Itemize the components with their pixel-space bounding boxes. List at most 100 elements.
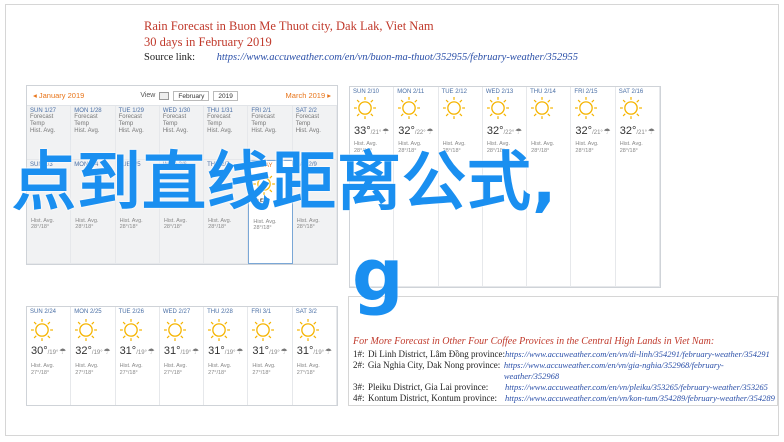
hist-avg-value: Hist. Avg. 28°/18° — [619, 141, 643, 154]
sun-icon — [296, 318, 319, 343]
umbrella-icon: ☂ — [603, 127, 611, 136]
day-label: SUN 2/24 — [30, 309, 57, 315]
umbrella-icon: ☂ — [191, 347, 200, 356]
calendar-day-cell[interactable]: FRI 3/1 31°/19° ☂ Hist. Avg. 27°/18° — [248, 307, 293, 405]
high-temp: 31° — [163, 345, 181, 357]
page-title: Rain Forecast in Buon Me Thuot city, Dak… — [144, 19, 434, 33]
more-forecast-title: For More Forecast in Other Four Coffee P… — [353, 336, 715, 347]
year-select[interactable]: 2019 — [213, 90, 238, 101]
forecast-link[interactable]: https://www.accuweather.com/en/vn/pleiku… — [505, 382, 768, 393]
sun-icon — [486, 96, 510, 121]
row-number: 2#: — [353, 360, 365, 370]
calendar-panel-bottom: SUN 2/24 30°/19° ☂ Hist. Avg. 27°/18° MON 2/… — [26, 306, 338, 406]
place-name: Kontum District, Kontum province: — [368, 393, 497, 403]
day-label: SAT 2/16 — [618, 89, 644, 95]
calendar-view-controls: View February 2019 — [140, 90, 238, 101]
calendar-toolbar: ◂ January 2019 View February 2019 March … — [27, 86, 337, 106]
forecast-link-row: 3#: Pleiku District, Gia Lai province: htt… — [353, 382, 777, 393]
forecast-link-list: 1#: Di Linh District, Lâm Đồng province: h… — [353, 349, 777, 404]
high-temp: 31° — [296, 345, 314, 357]
calendar-day-cell[interactable]: SAT 3/2 31°/19° ☂ Hist. Avg. 27°/18° — [293, 307, 337, 405]
hist-avg-value: Hist. Avg. 27°/18° — [163, 363, 187, 376]
place-name: Di Linh District, Lâm Đồng province: — [368, 349, 505, 359]
prev-month-link[interactable]: ◂ January 2019 — [33, 91, 84, 100]
temperature: 32°/21° — [620, 125, 647, 137]
day-label: THU 2/14 — [530, 89, 556, 95]
low-temp: /19° — [180, 350, 192, 356]
hist-avg-label: Hist. Avg. — [295, 128, 321, 134]
view-toggle-icon[interactable] — [159, 91, 170, 100]
calendar-day-cell[interactable]: MON 2/25 32°/19° ☂ Hist. Avg. 27°/18° — [71, 307, 116, 405]
sun-icon — [619, 96, 642, 121]
temperature: 31°/19° — [297, 345, 324, 357]
low-temp: /21° — [370, 130, 382, 136]
forecast-link[interactable]: https://www.accuweather.com/en/vn/kon-tu… — [505, 393, 775, 404]
page-subtitle: 30 days in February 2019 — [144, 35, 272, 49]
temperature: 31°/19° — [252, 345, 279, 357]
hist-avg-value: Hist. Avg. 27°/18° — [296, 363, 320, 376]
temperature: 31°/19° — [164, 345, 191, 357]
hist-avg-value: Hist. Avg. 27°/18° — [208, 363, 232, 376]
calendar-day-cell[interactable]: SUN 2/24 30°/19° ☂ Hist. Avg. 27°/18° — [27, 307, 72, 405]
sun-icon — [30, 318, 54, 343]
next-month-link[interactable]: March 2019 ▸ — [286, 91, 331, 100]
high-temp: 33° — [354, 125, 371, 137]
forecast-link[interactable]: https://www.accuweather.com/en/vn/gia-ng… — [504, 360, 777, 382]
forecast-link-row: 4#: Kontum District, Kontum province: http… — [353, 393, 777, 404]
calendar-day-cell[interactable]: THU 2/28 31°/19° ☂ Hist. Avg. 27°/18° — [204, 307, 249, 405]
source-link[interactable]: https://www.accuweather.com/en/vn/buon-m… — [217, 52, 578, 63]
high-temp: 32° — [398, 125, 415, 137]
sun-icon — [398, 96, 421, 121]
watermark-text: 点到直线距离公式, — [12, 146, 558, 220]
forecast-temp-label: Forecast Temp — [162, 114, 187, 127]
sun-icon — [119, 318, 142, 343]
forecast-temp-label: Forecast Temp — [30, 114, 54, 127]
day-label: WED 2/27 — [162, 309, 191, 315]
row-number: 1#: — [353, 349, 365, 359]
forecast-link[interactable]: https://www.accuweather.com/en/vn/di-lin… — [505, 349, 770, 360]
day-label: TUE 2/12 — [441, 89, 467, 95]
hist-avg-label: Hist. Avg. — [118, 128, 144, 134]
more-forecast-box: For More Forecast in Other Four Coffee P… — [348, 296, 778, 406]
sun-icon — [575, 96, 598, 121]
low-temp: /19° — [136, 350, 147, 356]
row-number: 4#: — [353, 393, 365, 403]
umbrella-icon: ☂ — [147, 347, 155, 356]
low-temp: /19° — [91, 350, 103, 356]
low-temp: /21° — [592, 130, 603, 136]
calendar-day-cell[interactable]: FRI 2/15 32°/21° ☂ Hist. Avg. 28°/18° — [571, 87, 616, 287]
forecast-link-row: 2#: Gia Nghia City, Dak Nong province: htt… — [353, 360, 777, 382]
temperature: 32°/21° — [575, 125, 602, 137]
source-label: Source link: — [144, 52, 196, 63]
high-temp: 31° — [252, 345, 270, 357]
hist-avg-label: Hist. Avg. — [30, 128, 56, 134]
calendar-day-cell[interactable]: SAT 2/16 32°/21° ☂ Hist. Avg. 28°/18° — [615, 87, 660, 287]
high-temp: 32° — [486, 125, 504, 137]
hist-avg-label: Hist. Avg. — [74, 128, 100, 134]
hist-avg-label: Hist. Avg. — [207, 128, 233, 134]
day-label: THU 2/28 — [207, 309, 233, 315]
view-label: View — [140, 92, 156, 99]
low-temp: /21° — [636, 130, 648, 136]
umbrella-icon: ☂ — [426, 127, 434, 136]
sun-icon — [252, 318, 275, 343]
calendar-day-cell[interactable]: TUE 2/26 31°/19° ☂ Hist. Avg. 27°/18° — [116, 307, 160, 405]
hist-avg-label: Hist. Avg. — [251, 128, 277, 134]
temperature: 32°/22° — [398, 125, 425, 137]
place-name: Pleiku District, Gia Lai province: — [368, 382, 489, 392]
high-temp: 32° — [575, 125, 593, 137]
watermark-text-line2: g — [352, 233, 404, 317]
month-select[interactable]: February — [173, 90, 210, 101]
umbrella-icon: ☂ — [103, 347, 111, 356]
hist-avg-label: Hist. Avg. — [162, 128, 189, 134]
high-temp: 31° — [119, 345, 137, 357]
sun-icon — [207, 318, 231, 343]
day-label: MON 2/25 — [74, 309, 102, 315]
temperature: 31°/19° — [120, 345, 147, 357]
forecast-temp-label: Forecast Temp — [207, 114, 231, 127]
day-label: MON 2/11 — [397, 89, 425, 95]
umbrella-icon: ☂ — [514, 127, 523, 136]
day-label: WED 2/13 — [485, 89, 514, 95]
page-header: Rain Forecast in Buon Me Thuot city, Dak… — [144, 18, 578, 66]
calendar-day-cell[interactable]: WED 2/27 31°/19° ☂ Hist. Avg. 27°/18° — [160, 307, 205, 405]
